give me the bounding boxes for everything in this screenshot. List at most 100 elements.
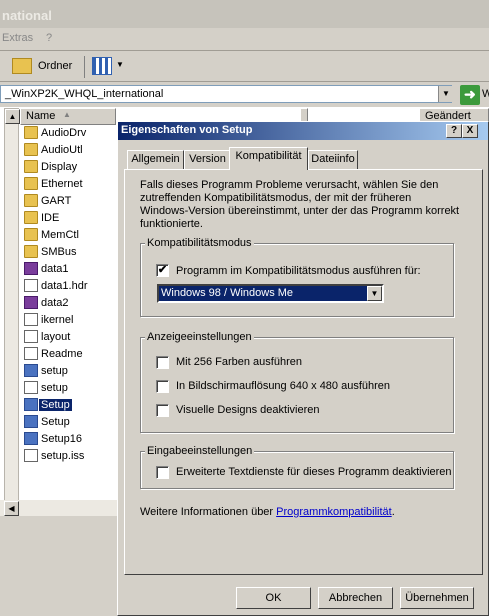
compat-mode-label: Programm im Kompatibilitätsmodus ausführ…: [176, 265, 421, 277]
tab-dateiinfo[interactable]: Dateiinfo: [308, 150, 358, 169]
close-button[interactable]: X: [462, 124, 478, 138]
visual-themes-checkbox[interactable]: [156, 404, 169, 417]
tab-allgemein[interactable]: Allgemein: [127, 150, 184, 169]
go-label: W: [482, 88, 489, 100]
document-icon: [24, 330, 38, 343]
apply-button[interactable]: Übernehmen: [400, 587, 474, 609]
folder-icon: [24, 211, 38, 224]
file-list-item[interactable]: AudioUtl: [24, 142, 114, 159]
folder-icon: [24, 160, 38, 173]
folder-icon: [24, 177, 38, 190]
scroll-up-button[interactable]: ▲: [5, 109, 20, 124]
resolution-640-checkbox[interactable]: [156, 380, 169, 393]
folder-icon: [12, 58, 32, 74]
file-list-item[interactable]: SMBus: [24, 244, 114, 261]
file-list-item[interactable]: Setup16: [24, 431, 114, 448]
document-icon: [24, 449, 38, 462]
file-list-item[interactable]: MemCtl: [24, 227, 114, 244]
file-name: GART: [41, 195, 72, 207]
address-input[interactable]: _WinXP2K_WHQL_international: [0, 85, 452, 103]
file-list-item[interactable]: ikernel: [24, 312, 114, 329]
file-name: IDE: [41, 212, 60, 224]
address-value: _WinXP2K_WHQL_international: [5, 88, 164, 100]
sort-up-icon: ▲: [63, 110, 71, 119]
file-name: Ethernet: [41, 178, 83, 190]
explorer-title-bar: national: [0, 0, 489, 28]
file-name: MemCtl: [41, 229, 79, 241]
document-icon: [24, 347, 38, 360]
document-icon: [24, 381, 38, 394]
file-list-item[interactable]: Setup: [24, 414, 114, 431]
menu-bar: Extras ?: [0, 28, 489, 51]
file-list-item[interactable]: Display: [24, 159, 114, 176]
file-name: data1.hdr: [41, 280, 88, 292]
file-name: AudioDrv: [41, 127, 87, 139]
dialog-title-bar[interactable]: Eigenschaften von Setup: [118, 122, 488, 140]
file-list-item[interactable]: Readme: [24, 346, 114, 363]
dialog-title: Eigenschaften von Setup: [121, 124, 253, 136]
file-list-item[interactable]: AudioDrv: [24, 125, 114, 142]
document-icon: [24, 313, 38, 326]
folders-button[interactable]: Ordner: [10, 55, 78, 79]
views-button[interactable]: ▼: [90, 55, 126, 79]
file-list-item[interactable]: layout: [24, 329, 114, 346]
colors-256-checkbox[interactable]: [156, 356, 169, 369]
go-button[interactable]: ➜: [460, 85, 480, 105]
file-list-item[interactable]: data1: [24, 261, 114, 278]
visual-themes-label: Visuelle Designs deaktivieren: [176, 404, 320, 416]
cancel-button[interactable]: Abbrechen: [318, 587, 393, 609]
file-list-item[interactable]: IDE: [24, 210, 114, 227]
address-dropdown-button[interactable]: ▼: [438, 86, 453, 102]
file-name: layout: [41, 331, 71, 343]
tab-kompatibilitaet[interactable]: Kompatibilität: [229, 147, 308, 170]
menu-help[interactable]: ?: [46, 32, 52, 44]
file-name: Display: [41, 161, 78, 173]
file-name: data2: [41, 297, 69, 309]
more-info-text: Weitere Informationen über Programmkompa…: [140, 506, 395, 518]
resolution-640-label: In Bildschirmauflösung 640 x 480 ausführ…: [176, 380, 391, 392]
help-button[interactable]: ?: [446, 124, 462, 138]
view-grid-icon: [92, 57, 112, 75]
file-name: Setup16: [41, 433, 82, 445]
folder-icon: [24, 194, 38, 207]
file-list-item[interactable]: GART: [24, 193, 114, 210]
file-name: setup: [41, 382, 68, 394]
file-list-item[interactable]: Ethernet: [24, 176, 114, 193]
compat-mode-group: [140, 243, 454, 317]
archive-icon: [24, 296, 38, 309]
file-list-item[interactable]: data1.hdr: [24, 278, 114, 295]
os-version-value: Windows 98 / Windows Me: [161, 287, 294, 299]
program-compatibility-link[interactable]: Programmkompatibilität: [276, 506, 392, 518]
text-services-label: Erweiterte Textdienste für dieses Progra…: [176, 466, 452, 478]
file-name: ikernel: [41, 314, 74, 326]
vertical-scrollbar[interactable]: ▲ ▼: [4, 108, 20, 516]
compat-mode-legend: Kompatibilitätsmodus: [145, 237, 254, 249]
document-icon: [24, 279, 38, 292]
ok-button[interactable]: OK: [236, 587, 311, 609]
display-settings-legend: Anzeigeeinstellungen: [145, 331, 254, 343]
file-name: data1: [41, 263, 69, 275]
file-list-item[interactable]: data2: [24, 295, 114, 312]
file-name: SMBus: [41, 246, 77, 258]
column-header-name[interactable]: Name ▲: [20, 108, 116, 125]
setup-icon: [24, 398, 38, 411]
scroll-left-button[interactable]: ◀: [4, 501, 19, 516]
os-version-select[interactable]: Windows 98 / Windows Me ▼: [157, 284, 384, 303]
file-name: Readme: [41, 348, 83, 360]
input-settings-legend: Eingabeeinstellungen: [145, 445, 255, 457]
file-list-item[interactable]: setup: [24, 380, 114, 397]
setup-icon: [24, 364, 38, 377]
folder-icon: [24, 245, 38, 258]
text-services-checkbox[interactable]: [156, 466, 169, 479]
file-list-item[interactable]: setup.iss: [24, 448, 114, 465]
tab-version[interactable]: Version: [184, 150, 231, 169]
setup-icon: [24, 415, 38, 428]
chevron-down-icon: ▼: [116, 60, 124, 69]
menu-extras[interactable]: Extras: [2, 32, 33, 44]
file-list-item[interactable]: setup: [24, 363, 114, 380]
archive-icon: [24, 262, 38, 275]
arrow-right-icon: ➜: [464, 86, 476, 102]
status-area: [0, 516, 120, 616]
file-list-item[interactable]: Setup: [24, 397, 114, 414]
compat-mode-checkbox[interactable]: ✔: [156, 264, 169, 277]
